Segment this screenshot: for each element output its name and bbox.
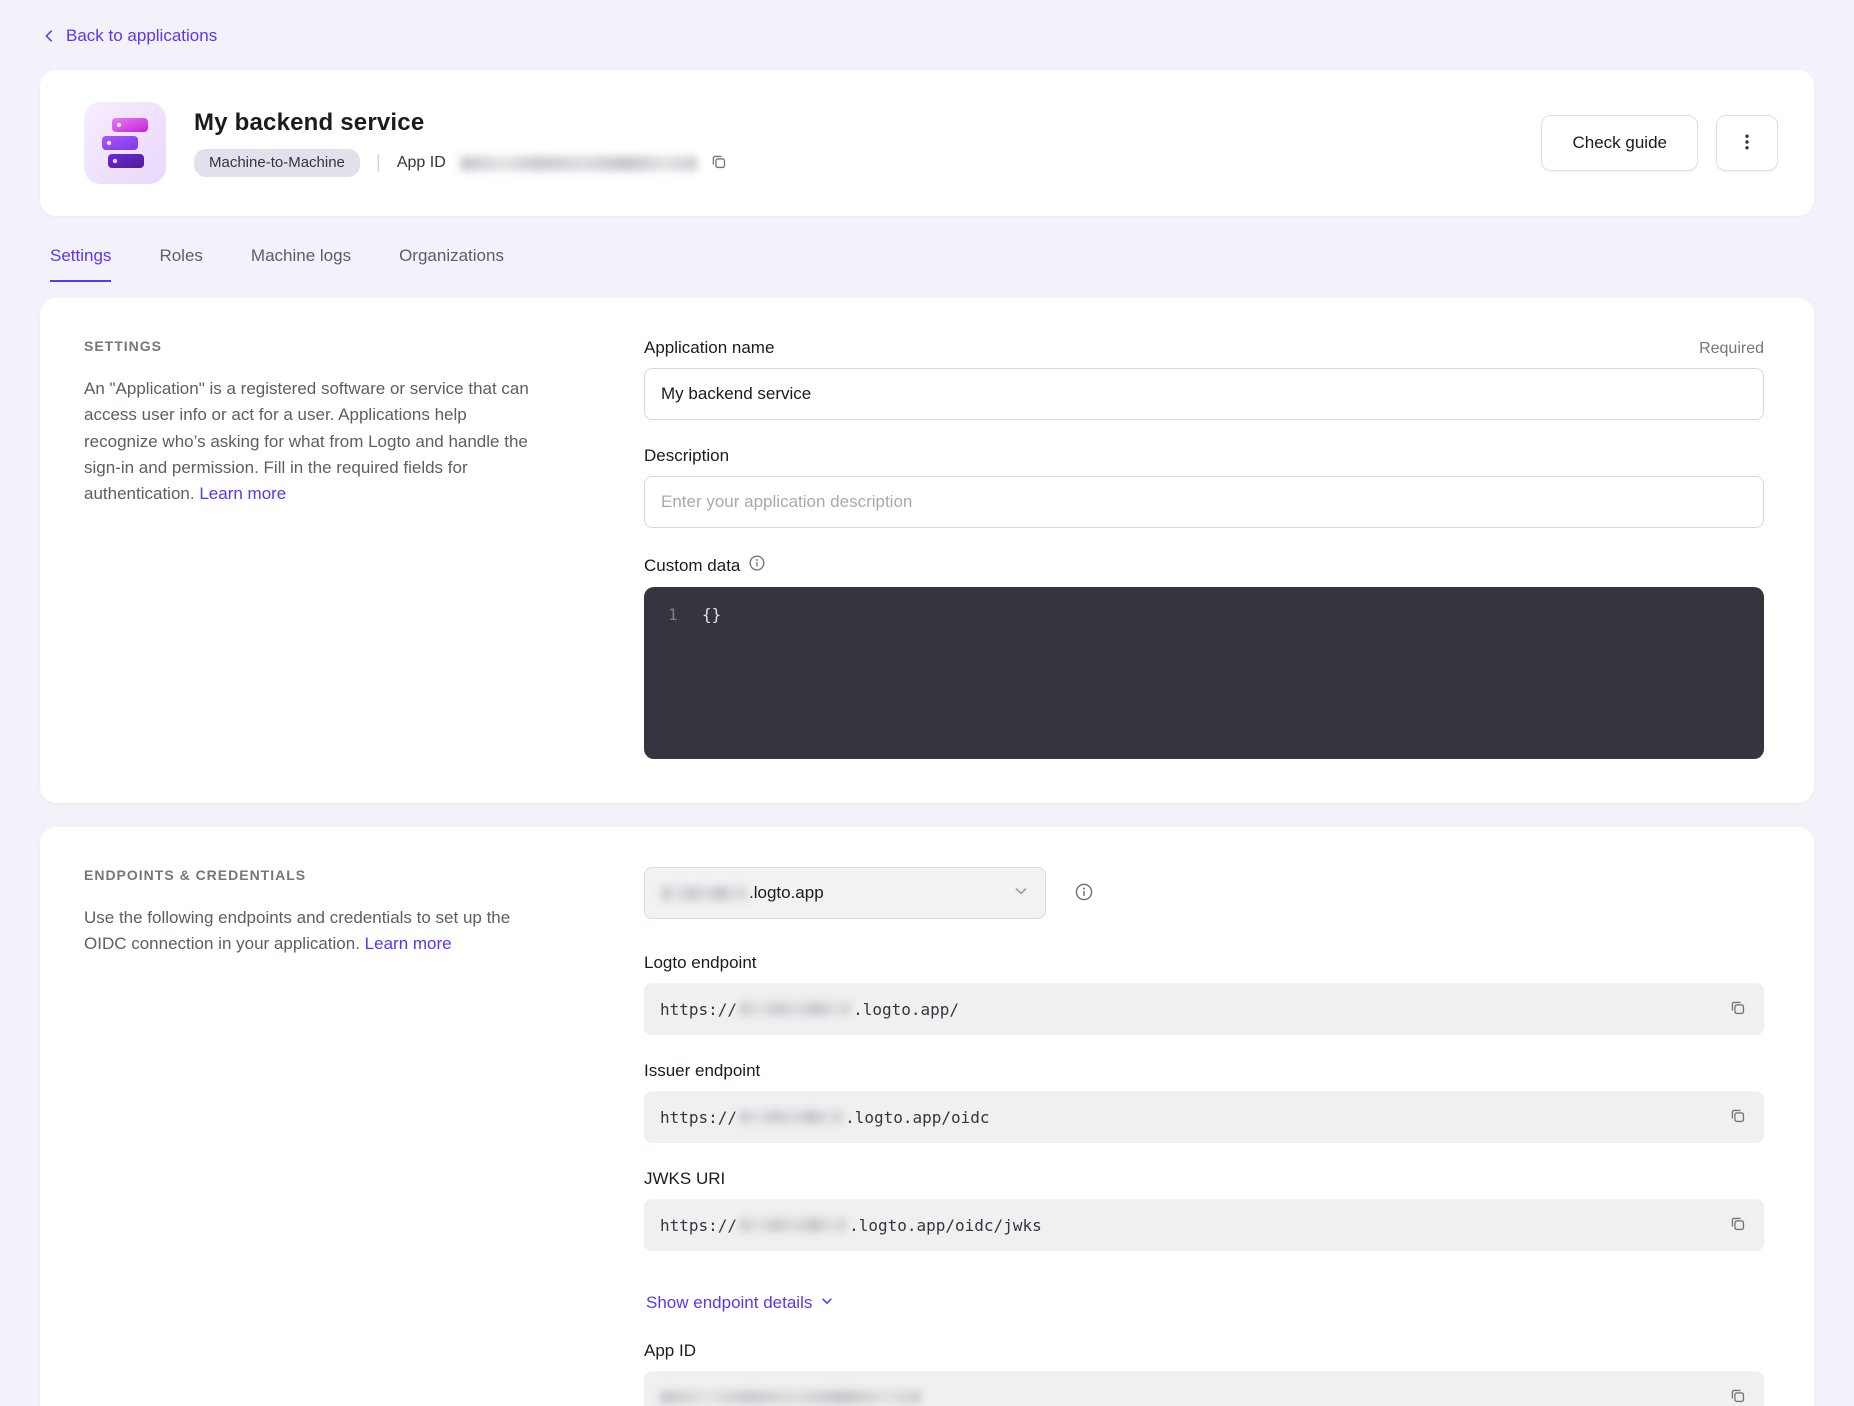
endpoint-suffix: .logto.app/oidc/jwks bbox=[849, 1216, 1042, 1235]
app-id-value-redacted bbox=[460, 156, 698, 171]
endpoint-prefix: https:// bbox=[660, 1000, 737, 1019]
app-id-value-redacted bbox=[660, 1390, 922, 1404]
description-label: Description bbox=[644, 446, 729, 466]
application-name-input[interactable] bbox=[644, 368, 1764, 420]
endpoint-prefix: https:// bbox=[660, 1216, 737, 1235]
endpoint-host-redacted bbox=[739, 1002, 851, 1016]
tenant-domain-suffix: .logto.app bbox=[749, 883, 824, 903]
jwks-uri-field: https:// .logto.app/oidc/jwks bbox=[644, 1199, 1764, 1251]
chevron-down-icon bbox=[820, 1293, 834, 1313]
logto-endpoint-field: https:// .logto.app/ bbox=[644, 983, 1764, 1035]
check-guide-button[interactable]: Check guide bbox=[1541, 115, 1698, 171]
issuer-endpoint-label: Issuer endpoint bbox=[644, 1061, 760, 1081]
app-id-field bbox=[644, 1371, 1764, 1406]
required-tag: Required bbox=[1699, 340, 1764, 358]
application-name-label: Application name bbox=[644, 338, 774, 358]
copy-logto-endpoint-button[interactable] bbox=[1725, 995, 1750, 1023]
app-id-field-label: App ID bbox=[644, 1341, 696, 1361]
tenant-info-button[interactable] bbox=[1070, 878, 1098, 909]
app-icon bbox=[84, 102, 166, 184]
issuer-endpoint-field: https:// .logto.app/oidc bbox=[644, 1091, 1764, 1143]
app-header-card: My backend service Machine-to-Machine | … bbox=[40, 70, 1814, 216]
meta-divider: | bbox=[376, 152, 381, 174]
custom-data-label: Custom data bbox=[644, 556, 740, 576]
logto-endpoint-label: Logto endpoint bbox=[644, 953, 757, 973]
endpoints-card: ENDPOINTS & CREDENTIALS Use the followin… bbox=[40, 827, 1814, 1406]
custom-data-editor[interactable]: 1 {} bbox=[644, 587, 1764, 759]
info-icon[interactable] bbox=[748, 554, 766, 577]
chevron-down-icon bbox=[1013, 883, 1029, 904]
endpoint-suffix: .logto.app/oidc bbox=[845, 1108, 990, 1127]
tab-roles[interactable]: Roles bbox=[159, 246, 202, 282]
settings-section-description: An "Application" is a registered softwar… bbox=[84, 379, 529, 503]
jwks-uri-label: JWKS URI bbox=[644, 1169, 725, 1189]
copy-icon bbox=[1729, 1387, 1746, 1406]
tab-organizations[interactable]: Organizations bbox=[399, 246, 504, 282]
kebab-icon bbox=[1738, 133, 1756, 154]
back-to-applications-link[interactable]: Back to applications bbox=[42, 26, 217, 46]
copy-icon bbox=[1729, 1215, 1746, 1235]
tab-machine-logs[interactable]: Machine logs bbox=[251, 246, 351, 282]
endpoint-prefix: https:// bbox=[660, 1108, 737, 1127]
more-menu-button[interactable] bbox=[1716, 115, 1778, 171]
copy-app-id-button[interactable] bbox=[706, 149, 731, 177]
back-link-label: Back to applications bbox=[66, 26, 217, 46]
application-details-page: Back to applications bbox=[0, 0, 1854, 1406]
settings-card: SETTINGS An "Application" is a registere… bbox=[40, 298, 1814, 803]
editor-content: {} bbox=[702, 605, 721, 624]
endpoint-suffix: .logto.app/ bbox=[853, 1000, 959, 1019]
chevron-left-icon bbox=[42, 29, 56, 43]
tenant-domain-select[interactable]: .logto.app bbox=[644, 867, 1046, 919]
endpoint-host-redacted bbox=[739, 1110, 843, 1124]
editor-line-number: 1 bbox=[668, 605, 702, 624]
endpoint-host-redacted bbox=[739, 1218, 847, 1232]
copy-icon bbox=[1729, 999, 1746, 1019]
tab-settings[interactable]: Settings bbox=[50, 246, 111, 282]
endpoints-learn-more-link[interactable]: Learn more bbox=[365, 934, 452, 953]
copy-jwks-uri-button[interactable] bbox=[1725, 1211, 1750, 1239]
endpoints-section-title: ENDPOINTS & CREDENTIALS bbox=[84, 867, 544, 883]
info-icon bbox=[1074, 882, 1094, 905]
copy-app-id-field-button[interactable] bbox=[1725, 1383, 1750, 1406]
show-endpoint-details-label: Show endpoint details bbox=[646, 1293, 812, 1313]
tab-bar: Settings Roles Machine logs Organization… bbox=[50, 246, 1814, 282]
description-input[interactable] bbox=[644, 476, 1764, 528]
app-id-label: App ID bbox=[397, 154, 446, 172]
copy-icon bbox=[710, 153, 727, 173]
settings-learn-more-link[interactable]: Learn more bbox=[199, 484, 286, 503]
settings-section-title: SETTINGS bbox=[84, 338, 544, 354]
app-type-badge: Machine-to-Machine bbox=[194, 149, 360, 177]
page-title: My backend service bbox=[194, 109, 731, 137]
copy-icon bbox=[1729, 1107, 1746, 1127]
tenant-subdomain-redacted bbox=[661, 886, 747, 901]
show-endpoint-details-link[interactable]: Show endpoint details bbox=[646, 1293, 834, 1313]
copy-issuer-endpoint-button[interactable] bbox=[1725, 1103, 1750, 1131]
